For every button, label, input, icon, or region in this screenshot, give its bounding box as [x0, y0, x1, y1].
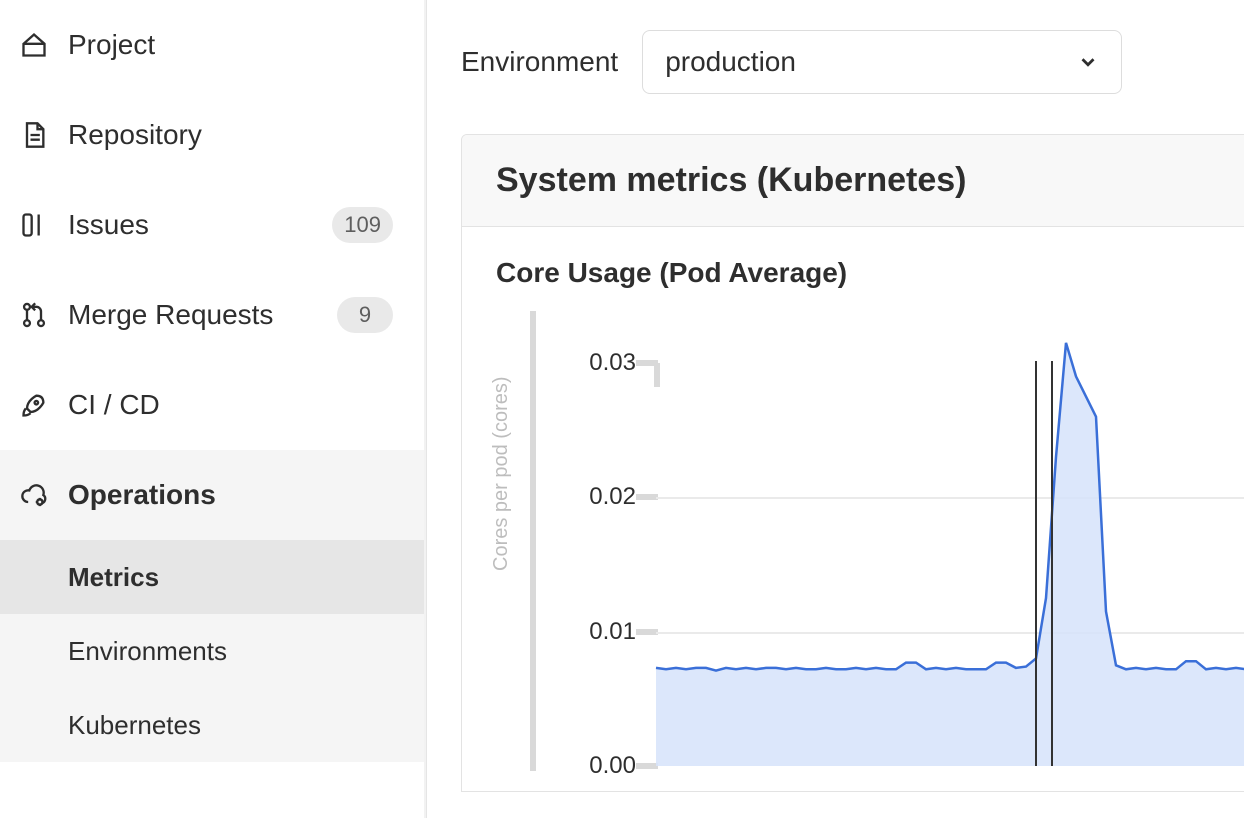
subnav-item-metrics[interactable]: Metrics	[0, 540, 425, 614]
y-tick-label: 0.00	[556, 752, 636, 780]
operations-subnav: Metrics Environments Kubernetes	[0, 540, 425, 762]
rocket-icon	[20, 391, 48, 419]
y-axis-title: Cores per pod (cores)	[490, 376, 513, 571]
sidebar-item-label: Issues	[68, 209, 312, 241]
main-content: Environment production System metrics (K…	[427, 0, 1244, 818]
chart-plot-area	[656, 363, 1244, 766]
sidebar-item-ci-cd[interactable]: CI / CD	[0, 360, 425, 450]
chart-title: Core Usage (Pod Average)	[496, 257, 1242, 289]
issues-icon	[20, 211, 48, 239]
metrics-panel: System metrics (Kubernetes) Core Usage (…	[461, 134, 1244, 792]
sidebar: Project Repository Issues 109 Merge	[0, 0, 427, 818]
chevron-down-icon	[1077, 51, 1099, 73]
sidebar-item-repository[interactable]: Repository	[0, 90, 425, 180]
y-tick-label: 0.03	[556, 349, 636, 377]
sidebar-item-project[interactable]: Project	[0, 0, 425, 90]
panel-header: System metrics (Kubernetes)	[462, 135, 1244, 227]
y-axis-line	[530, 311, 536, 771]
core-usage-chart: Cores per pod (cores) 0.000.010.020.03	[496, 311, 1242, 791]
subnav-item-environments[interactable]: Environments	[0, 614, 425, 688]
scrollbar[interactable]	[424, 0, 426, 818]
sidebar-item-label: Project	[68, 29, 425, 61]
merge-request-icon	[20, 301, 48, 329]
sidebar-item-merge-requests[interactable]: Merge Requests 9	[0, 270, 425, 360]
panel-body: Core Usage (Pod Average) Cores per pod (…	[462, 227, 1244, 791]
sidebar-item-label: Merge Requests	[68, 299, 317, 331]
file-icon	[20, 121, 48, 149]
sidebar-item-label: Repository	[68, 119, 425, 151]
y-tick-label: 0.01	[556, 618, 636, 646]
environment-select[interactable]: production	[642, 30, 1122, 94]
subnav-item-label: Environments	[68, 636, 227, 667]
sidebar-item-issues[interactable]: Issues 109	[0, 180, 425, 270]
sidebar-item-label: Operations	[68, 479, 425, 511]
environment-row: Environment production	[461, 30, 1244, 94]
y-tick-label: 0.02	[556, 483, 636, 511]
cloud-gear-icon	[20, 481, 48, 509]
environment-value: production	[665, 46, 1077, 78]
environment-label: Environment	[461, 46, 618, 78]
merge-requests-badge: 9	[337, 297, 393, 333]
home-icon	[20, 31, 48, 59]
panel-title: System metrics (Kubernetes)	[496, 161, 1212, 200]
sidebar-item-label: CI / CD	[68, 389, 425, 421]
subnav-item-label: Kubernetes	[68, 710, 201, 741]
subnav-item-label: Metrics	[68, 562, 159, 593]
subnav-item-kubernetes[interactable]: Kubernetes	[0, 688, 425, 762]
issues-badge: 109	[332, 207, 393, 243]
sidebar-item-operations[interactable]: Operations	[0, 450, 425, 540]
